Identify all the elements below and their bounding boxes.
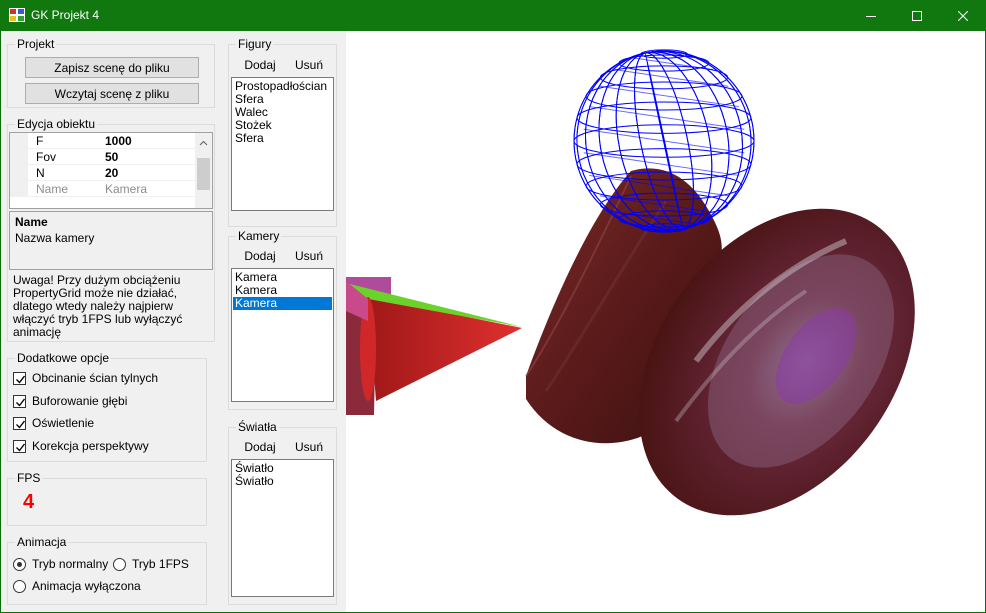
title-bar: GK Projekt 4 [0, 0, 986, 31]
figury-label: Figury [236, 37, 274, 51]
property-row[interactable]: F 1000 [10, 133, 195, 149]
save-scene-button[interactable]: Zapisz scenę do pliku [25, 57, 199, 78]
checkmark-icon [16, 443, 26, 452]
checkmark-icon [16, 375, 26, 384]
property-value[interactable]: 1000 [105, 134, 132, 148]
maximize-icon [912, 10, 922, 21]
fps-value: 4 [23, 491, 35, 513]
minimize-button[interactable] [848, 0, 894, 31]
client-area: Projekt Zapisz scenę do pliku Wczytaj sc… [1, 31, 985, 612]
checkbox-label: Buforowanie głębi [32, 394, 128, 408]
app-icon [9, 8, 25, 22]
list-item[interactable]: Sfera [233, 132, 332, 145]
swiatla-label: Światła [236, 420, 279, 434]
checkmark-icon [16, 398, 26, 407]
property-value[interactable]: 50 [105, 150, 118, 164]
remove-camera-button[interactable]: Usuń [284, 249, 334, 263]
scrollbar-thumb[interactable] [197, 158, 210, 190]
kamery-label: Kamery [236, 229, 282, 243]
property-row[interactable]: Fov 50 [10, 149, 195, 165]
property-name: Fov [36, 150, 57, 164]
fps-group: FPS [7, 471, 207, 526]
property-name: F [36, 134, 44, 148]
window-title: GK Projekt 4 [31, 8, 100, 22]
opcje-label: Dodatkowe opcje [15, 351, 112, 365]
checkbox-label: Korekcja perspektywy [32, 439, 149, 453]
lights-list[interactable]: Światło Światło [231, 459, 334, 597]
maximize-button[interactable] [894, 0, 940, 31]
radio-selected-dot [17, 561, 22, 567]
list-item[interactable]: Światło [233, 475, 332, 488]
one-fps-mode-radio[interactable]: Tryb 1FPS [113, 556, 189, 572]
property-row[interactable]: Name Kamera [10, 181, 195, 197]
remove-light-button[interactable]: Usuń [284, 440, 334, 454]
property-name: Name [36, 182, 69, 196]
property-grid-scrollbar[interactable] [195, 133, 212, 208]
wireframe-sphere [573, 49, 755, 233]
animation-off-radio[interactable]: Animacja wyłączona [13, 578, 141, 594]
render-viewport[interactable] [346, 31, 985, 612]
backface-culling-checkbox[interactable]: Obcinanie ścian tylnych [13, 370, 158, 386]
property-value[interactable]: 20 [105, 166, 118, 180]
description-text: Nazwa kamery [15, 231, 95, 245]
normal-mode-radio[interactable]: Tryb normalny [13, 556, 108, 572]
property-grid[interactable]: F 1000 Fov 50 N 20 Name Kamera [9, 132, 213, 209]
animacja-group: Animacja [7, 535, 207, 605]
cone-shape [346, 281, 522, 401]
figures-list[interactable]: Prostopadłościan Sfera Walec Stożek Sfer… [231, 77, 334, 211]
warning-text: Uwaga! Przy dużym obciążeniu PropertyGri… [13, 273, 183, 339]
radio-label: Animacja wyłączona [32, 579, 141, 593]
scroll-up-icon[interactable] [195, 137, 212, 149]
checkmark-icon [16, 420, 26, 429]
property-value: Kamera [105, 182, 148, 196]
edycja-label: Edycja obiektu [15, 117, 98, 131]
property-row[interactable]: N 20 [10, 165, 195, 181]
animacja-label: Animacja [15, 535, 69, 549]
scene-render [346, 49, 915, 516]
description-title: Name [15, 215, 48, 229]
fps-label: FPS [15, 471, 43, 485]
radio-label: Tryb 1FPS [132, 557, 189, 571]
lighting-checkbox[interactable]: Oświetlenie [13, 415, 94, 431]
minimize-icon [866, 15, 876, 17]
perspective-correction-checkbox[interactable]: Korekcja perspektywy [13, 438, 149, 454]
radio-label: Tryb normalny [32, 557, 109, 571]
remove-figure-button[interactable]: Usuń [284, 58, 334, 72]
add-camera-button[interactable]: Dodaj [235, 249, 285, 263]
close-icon [958, 10, 968, 21]
property-name: N [36, 166, 45, 180]
add-figure-button[interactable]: Dodaj [235, 58, 285, 72]
close-button[interactable] [940, 0, 986, 31]
add-light-button[interactable]: Dodaj [235, 440, 285, 454]
cameras-list[interactable]: Kamera Kamera Kamera [231, 268, 334, 402]
property-description: Name Nazwa kamery [9, 211, 213, 270]
depth-buffer-checkbox[interactable]: Buforowanie głębi [13, 393, 127, 409]
checkbox-label: Oświetlenie [32, 416, 95, 430]
list-item-selected[interactable]: Kamera [233, 297, 332, 310]
projekt-label: Projekt [15, 37, 57, 51]
checkbox-label: Obcinanie ścian tylnych [32, 371, 159, 385]
load-scene-button[interactable]: Wczytaj scenę z pliku [25, 83, 199, 104]
